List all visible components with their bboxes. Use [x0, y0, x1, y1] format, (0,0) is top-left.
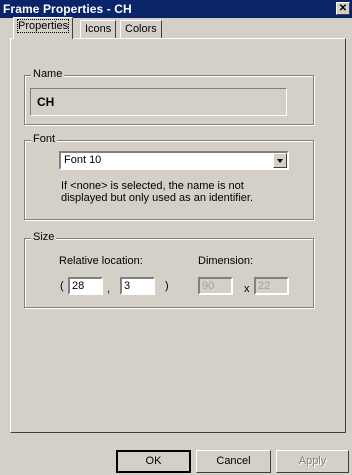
dimension-width-field: 90	[198, 277, 233, 295]
font-select-value: Font 10	[64, 154, 102, 166]
close-icon: ✕	[338, 3, 348, 14]
tab-properties[interactable]: Properties	[13, 17, 74, 39]
window-title: Frame Properties - CH	[3, 2, 132, 16]
font-hint-text: If <none> is selected, the name is not d…	[61, 180, 254, 204]
open-paren: (	[60, 280, 64, 292]
location-x-field[interactable]: 28	[68, 277, 103, 295]
name-group-legend: Name	[31, 68, 65, 80]
tab-colors[interactable]: Colors	[120, 20, 162, 38]
close-button[interactable]: ✕	[336, 2, 350, 15]
font-group-legend: Font	[31, 133, 58, 145]
location-y-field[interactable]: 3	[120, 277, 155, 295]
cancel-button[interactable]: Cancel	[196, 450, 271, 473]
dimension-label: Dimension:	[198, 255, 254, 267]
tab-icons[interactable]: Icons	[80, 20, 117, 38]
name-display: CH	[30, 88, 287, 116]
comma-separator: ,	[107, 283, 111, 295]
title-bar: Frame Properties - CH ✕	[0, 0, 352, 18]
tab-label: Icons	[85, 23, 112, 35]
font-select[interactable]: Font 10	[59, 151, 289, 170]
dimension-height-field: 22	[254, 277, 289, 295]
size-group: Size	[24, 231, 314, 308]
chevron-down-icon[interactable]	[273, 153, 287, 168]
close-paren: )	[165, 280, 169, 292]
size-group-legend: Size	[31, 231, 57, 243]
x-separator: x	[244, 283, 250, 295]
relative-location-label: Relative location:	[59, 255, 143, 267]
ok-button[interactable]: OK	[116, 450, 191, 473]
tab-label: Colors	[125, 23, 157, 35]
apply-button: Apply	[276, 450, 349, 473]
tab-label: Properties	[16, 19, 70, 33]
